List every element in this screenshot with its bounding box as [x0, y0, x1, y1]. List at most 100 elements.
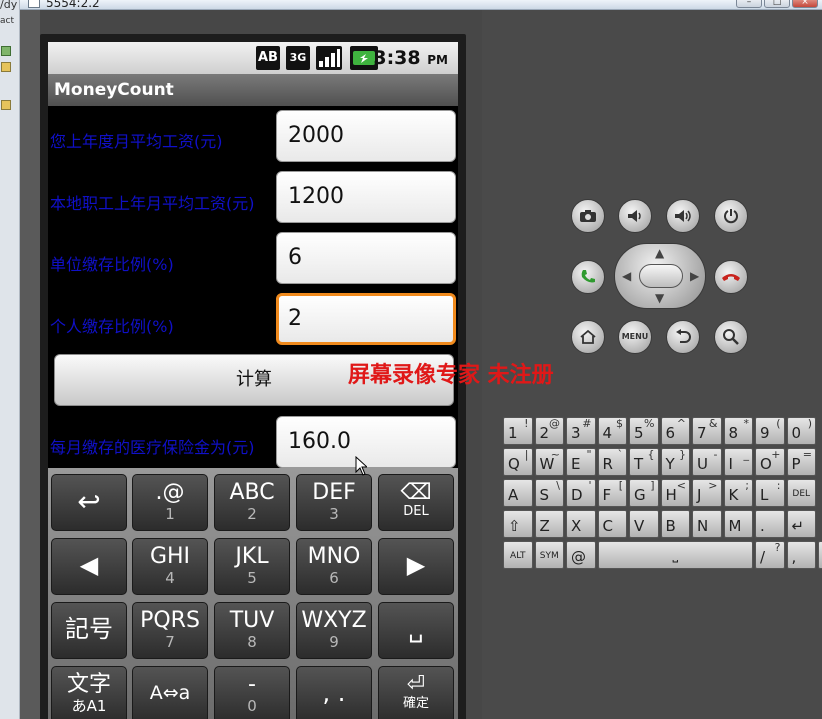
home-icon[interactable]	[571, 320, 605, 354]
hw-key-d[interactable]: D '	[566, 479, 596, 507]
key-2[interactable]: ABC 2	[214, 474, 290, 531]
hw-key-label: 7	[697, 424, 707, 442]
hw-key-t[interactable]: T{	[629, 448, 659, 476]
hw-key-r[interactable]: R `	[597, 448, 627, 476]
hw-key-sym[interactable]: @	[566, 541, 596, 569]
call-icon[interactable]	[571, 260, 605, 294]
hw-key-sym[interactable]: .	[755, 510, 785, 538]
key-0[interactable]: -0	[214, 666, 290, 719]
personal-rate-input[interactable]: 2	[276, 293, 456, 345]
hw-key-k[interactable]: K;	[723, 479, 753, 507]
dpad-left-icon[interactable]: ◀	[622, 269, 631, 283]
hw-key-b[interactable]: B	[660, 510, 690, 538]
hw-key-label: 8	[728, 424, 739, 442]
result-label: 每月缴存的医疗保险金为(元)	[50, 438, 255, 457]
hw-key-9[interactable]: 9(	[755, 417, 785, 445]
hw-key-a[interactable]: A	[503, 479, 533, 507]
monthly-salary-input[interactable]: 2000	[276, 110, 456, 162]
hw-key-7[interactable]: 7 &	[692, 417, 722, 445]
hw-key-x[interactable]: X	[566, 510, 596, 538]
hw-key-c[interactable]: C	[597, 510, 627, 538]
input-mode-key[interactable]: 文字 あA1	[51, 666, 127, 719]
key-7[interactable]: PQRS 7	[132, 602, 208, 659]
punctuation-key[interactable]: , .	[296, 666, 372, 719]
volume-up-icon[interactable]	[666, 199, 700, 233]
dpad[interactable]: ▲ ▼ ◀ ▶	[614, 243, 706, 309]
delete-key[interactable]: ⌫ DEL	[378, 474, 454, 531]
hw-key-f[interactable]: F[	[597, 479, 627, 507]
volume-down-icon[interactable]	[618, 199, 652, 233]
hw-key-w[interactable]: W ~	[534, 448, 564, 476]
hw-key-sym[interactable]: ↵	[786, 510, 816, 538]
hw-key-sym[interactable]: ⇧	[503, 510, 533, 538]
dpad-down-icon[interactable]: ▼	[655, 291, 664, 305]
back-icon[interactable]	[666, 320, 700, 354]
end-call-icon[interactable]	[714, 260, 748, 294]
hw-key-o[interactable]: O +	[755, 448, 785, 476]
hw-key-g[interactable]: G]	[629, 479, 659, 507]
key-8[interactable]: TUV 8	[214, 602, 290, 659]
confirm-key[interactable]: ⏎ 確定	[378, 666, 454, 719]
camera-icon[interactable]	[571, 199, 605, 233]
hw-key-i[interactable]: I _	[723, 448, 753, 476]
hw-key-label: F	[602, 486, 612, 504]
key-4[interactable]: GHI 4	[132, 538, 208, 595]
space-key[interactable]: ␣	[378, 602, 454, 659]
hw-key-s[interactable]: S \	[534, 479, 564, 507]
dpad-up-icon[interactable]: ▲	[655, 246, 664, 260]
employer-rate-input[interactable]: 6	[276, 232, 456, 284]
hw-key-p[interactable]: P =	[786, 448, 816, 476]
hw-key-del[interactable]: DEL	[786, 479, 816, 507]
hw-key-j[interactable]: J >	[692, 479, 722, 507]
hw-key-5[interactable]: 5%	[629, 417, 659, 445]
hw-key-1[interactable]: 1!	[503, 417, 533, 445]
key-6[interactable]: MNO 6	[296, 538, 372, 595]
hw-key-label: K	[728, 486, 739, 504]
minimize-button[interactable]: –	[736, 0, 762, 8]
key-9[interactable]: WXYZ 9	[296, 602, 372, 659]
search-icon[interactable]	[714, 320, 748, 354]
hw-key-l[interactable]: L:	[755, 479, 785, 507]
dpad-right-icon[interactable]: ▶	[690, 269, 699, 283]
local-average-salary-input[interactable]: 1200	[276, 171, 456, 223]
menu-button[interactable]: MENU	[618, 320, 652, 354]
hw-key-0[interactable]: 0)	[786, 417, 816, 445]
hw-key-3[interactable]: 3 #	[566, 417, 596, 445]
hw-key-sym[interactable]: SYM	[534, 541, 564, 569]
power-icon[interactable]	[714, 199, 748, 233]
hw-key-label: H	[665, 486, 677, 504]
hw-key-space[interactable]: ⎵	[597, 541, 753, 569]
hw-key-y[interactable]: Y}	[660, 448, 690, 476]
hw-key-sym[interactable]: ,	[786, 541, 816, 569]
left-arrow-key[interactable]: ◀	[51, 538, 127, 595]
maximize-button[interactable]: □	[764, 0, 790, 8]
right-arrow-key[interactable]: ▶	[378, 538, 454, 595]
hw-key-alt[interactable]: ALT	[503, 541, 533, 569]
hw-key-4[interactable]: 4 $	[597, 417, 627, 445]
hw-key-e[interactable]: E "	[566, 448, 596, 476]
case-toggle-key[interactable]: A⇔a	[132, 666, 208, 719]
hw-key-z[interactable]: Z	[534, 510, 564, 538]
hw-key-n[interactable]: N	[692, 510, 722, 538]
hw-key-v[interactable]: V	[629, 510, 659, 538]
hw-key-2[interactable]: 2 @	[534, 417, 564, 445]
hw-key-6[interactable]: 6 ^	[660, 417, 690, 445]
close-button[interactable]: ×	[792, 0, 818, 8]
hw-key-h[interactable]: H <	[660, 479, 690, 507]
dpad-center-button[interactable]	[639, 264, 683, 288]
key-3[interactable]: DEF 3	[296, 474, 372, 531]
hw-key-label: P	[791, 455, 801, 473]
hw-key-sym[interactable]: /?	[755, 541, 785, 569]
hw-key-shift-label: }	[679, 448, 686, 461]
hw-key-shift-label: (	[776, 417, 781, 430]
hw-key-8[interactable]: 8 *	[723, 417, 753, 445]
hw-key-alt[interactable]: ALT	[818, 541, 822, 569]
hw-key-u[interactable]: U-	[692, 448, 722, 476]
key-5[interactable]: JKL 5	[214, 538, 290, 595]
enter-key[interactable]: ↩	[51, 474, 127, 531]
key-1[interactable]: .@ 1	[132, 474, 208, 531]
hw-key-q[interactable]: Q |	[503, 448, 533, 476]
host-left-panel: /dy act	[0, 0, 20, 719]
symbol-key[interactable]: 記号	[51, 602, 127, 659]
hw-key-m[interactable]: M	[723, 510, 753, 538]
